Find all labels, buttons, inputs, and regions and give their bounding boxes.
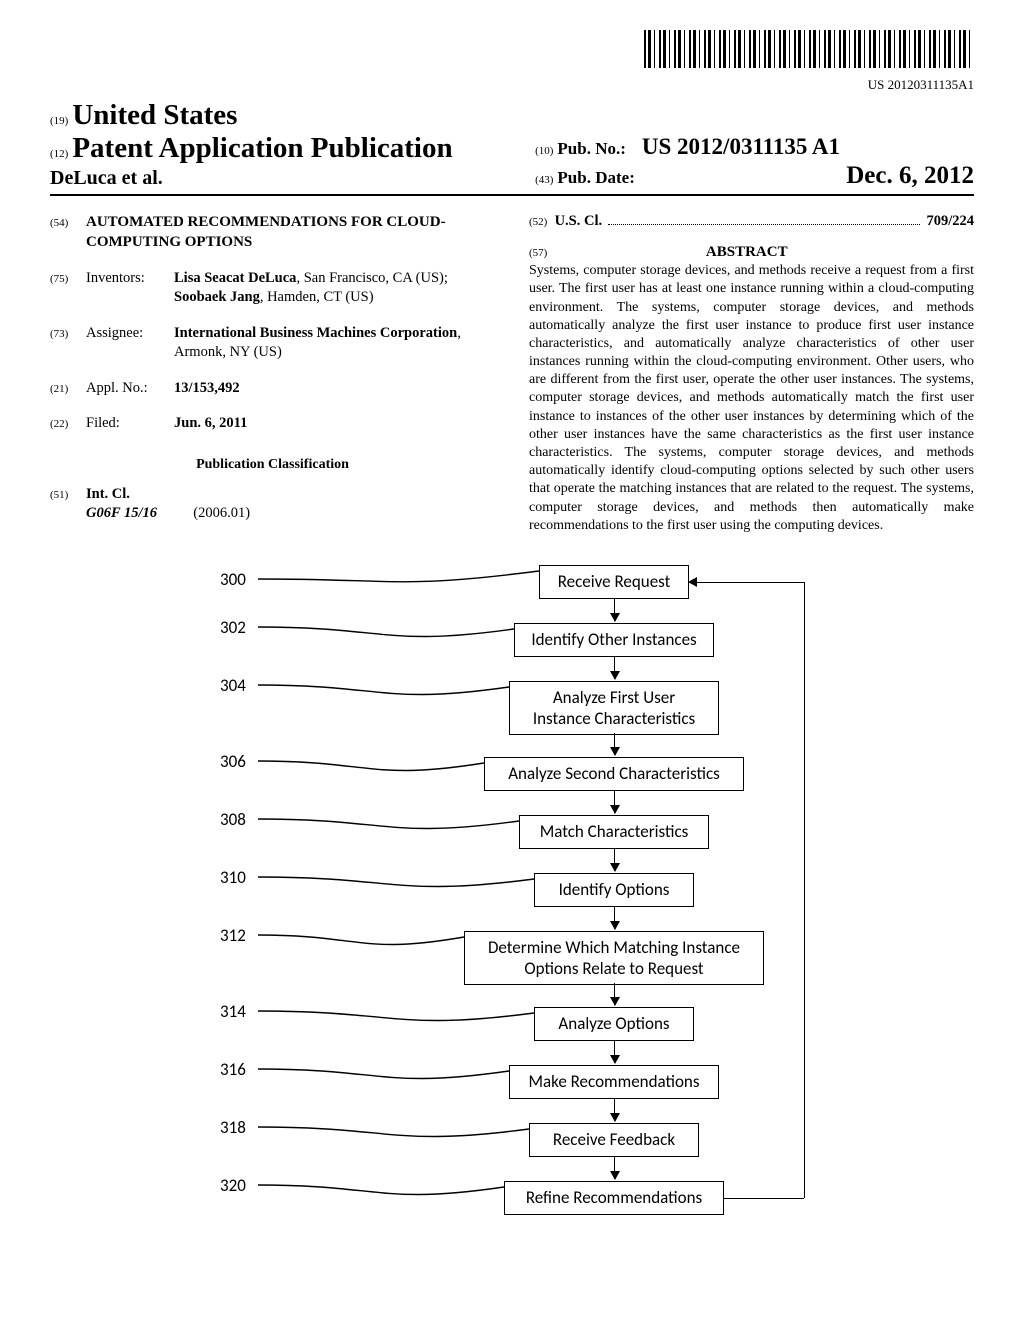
flowchart-step-318: Receive Feedback xyxy=(529,1123,699,1157)
pubdate-value: Dec. 6, 2012 xyxy=(846,162,974,190)
dotted-leader xyxy=(608,212,920,225)
inid-57: (57) xyxy=(529,247,547,259)
inid-22: (22) xyxy=(50,418,68,430)
flowchart-label-320: 320 xyxy=(220,1175,246,1196)
flowchart-label-304: 304 xyxy=(220,675,246,696)
flowchart-label-306: 306 xyxy=(220,751,246,772)
inid-12: (12) xyxy=(50,148,68,160)
flowchart-step-310: Identify Options xyxy=(534,873,694,907)
flowchart-figure: Receive Request 300 Identify Other Instanc… xyxy=(110,565,914,1249)
document-header: (19) United States (12) Patent Applicati… xyxy=(50,99,974,196)
flowchart-label-308: 308 xyxy=(220,809,246,830)
flowchart-label-318: 318 xyxy=(220,1117,246,1138)
pubclass-heading: Publication Classification xyxy=(50,456,495,475)
applno-value: 13/153,492 xyxy=(174,380,240,396)
author-line: DeLuca et al. xyxy=(50,167,535,190)
assignee-label: Assignee: xyxy=(86,324,174,363)
feedback-loop-line xyxy=(689,582,804,583)
intcl-code: G06F 15/16 xyxy=(86,505,157,521)
flowchart-step-306: Analyze Second Characteristics xyxy=(484,757,744,791)
applno-label: Appl. No.: xyxy=(86,379,174,399)
pubno-label: Pub. No.: xyxy=(557,139,625,158)
flowchart-label-316: 316 xyxy=(220,1059,246,1080)
flowchart-label-300: 300 xyxy=(220,569,246,590)
flowchart-step-312: Determine Which Matching Instance Option… xyxy=(464,931,764,985)
barcode-block xyxy=(50,30,974,73)
doc-type: Patent Application Publication xyxy=(72,132,452,164)
filed-value: Jun. 6, 2011 xyxy=(174,415,247,431)
flowchart-step-316: Make Recommendations xyxy=(509,1065,719,1099)
flowchart-step-300: Receive Request xyxy=(539,565,689,599)
uscl-value: 709/224 xyxy=(926,212,974,232)
arrow-left-icon xyxy=(688,577,697,587)
inid-73: (73) xyxy=(50,328,68,340)
feedback-loop-line xyxy=(804,582,805,1198)
inid-10: (10) xyxy=(535,145,553,157)
intcl-version: (2006.01) xyxy=(193,505,250,521)
body-columns: (54) AUTOMATED RECOMMENDATIONS FOR CLOUD… xyxy=(50,212,974,535)
abstract-heading: ABSTRACT xyxy=(551,242,943,262)
flowchart-step-320: Refine Recommendations xyxy=(504,1181,724,1215)
uscl-label: U.S. Cl. xyxy=(555,213,603,229)
pubno-value: US 2012/0311135 A1 xyxy=(642,134,840,159)
left-column: (54) AUTOMATED RECOMMENDATIONS FOR CLOUD… xyxy=(50,212,495,535)
flowchart-label-302: 302 xyxy=(220,617,246,638)
filed-label: Filed: xyxy=(86,414,174,434)
invention-title: AUTOMATED RECOMMENDATIONS FOR CLOUD-COMP… xyxy=(86,212,495,253)
inid-54: (54) xyxy=(50,217,68,229)
inid-52: (52) xyxy=(529,215,547,230)
assignee-value: International Business Machines Corporat… xyxy=(174,324,495,363)
inventors-value: Lisa Seacat DeLuca, San Francisco, CA (U… xyxy=(174,269,495,308)
intcl-label: Int. Cl. xyxy=(86,486,130,502)
abstract-text: Systems, computer storage devices, and m… xyxy=(529,262,974,535)
inid-43: (43) xyxy=(535,174,553,186)
flowchart-step-314: Analyze Options xyxy=(534,1007,694,1041)
barcode-number: US 20120311135A1 xyxy=(50,77,974,93)
inventors-label: Inventors: xyxy=(86,269,174,308)
inid-21: (21) xyxy=(50,383,68,395)
barcode xyxy=(644,30,974,68)
inid-51: (51) xyxy=(50,489,68,501)
pubdate-label: Pub. Date: xyxy=(557,168,634,187)
country: United States xyxy=(72,99,237,131)
inid-19: (19) xyxy=(50,115,68,127)
inid-75: (75) xyxy=(50,273,68,285)
flowchart-label-312: 312 xyxy=(220,925,246,946)
right-column: (52) U.S. Cl. 709/224 (57) ABSTRACT Syst… xyxy=(529,212,974,535)
flowchart-label-310: 310 xyxy=(220,867,246,888)
flowchart-step-308: Match Characteristics xyxy=(519,815,709,849)
feedback-loop-line xyxy=(724,1198,804,1199)
flowchart-step-302: Identify Other Instances xyxy=(514,623,714,657)
flowchart-step-304: Analyze First User Instance Characterist… xyxy=(509,681,719,735)
flowchart-label-314: 314 xyxy=(220,1001,246,1022)
